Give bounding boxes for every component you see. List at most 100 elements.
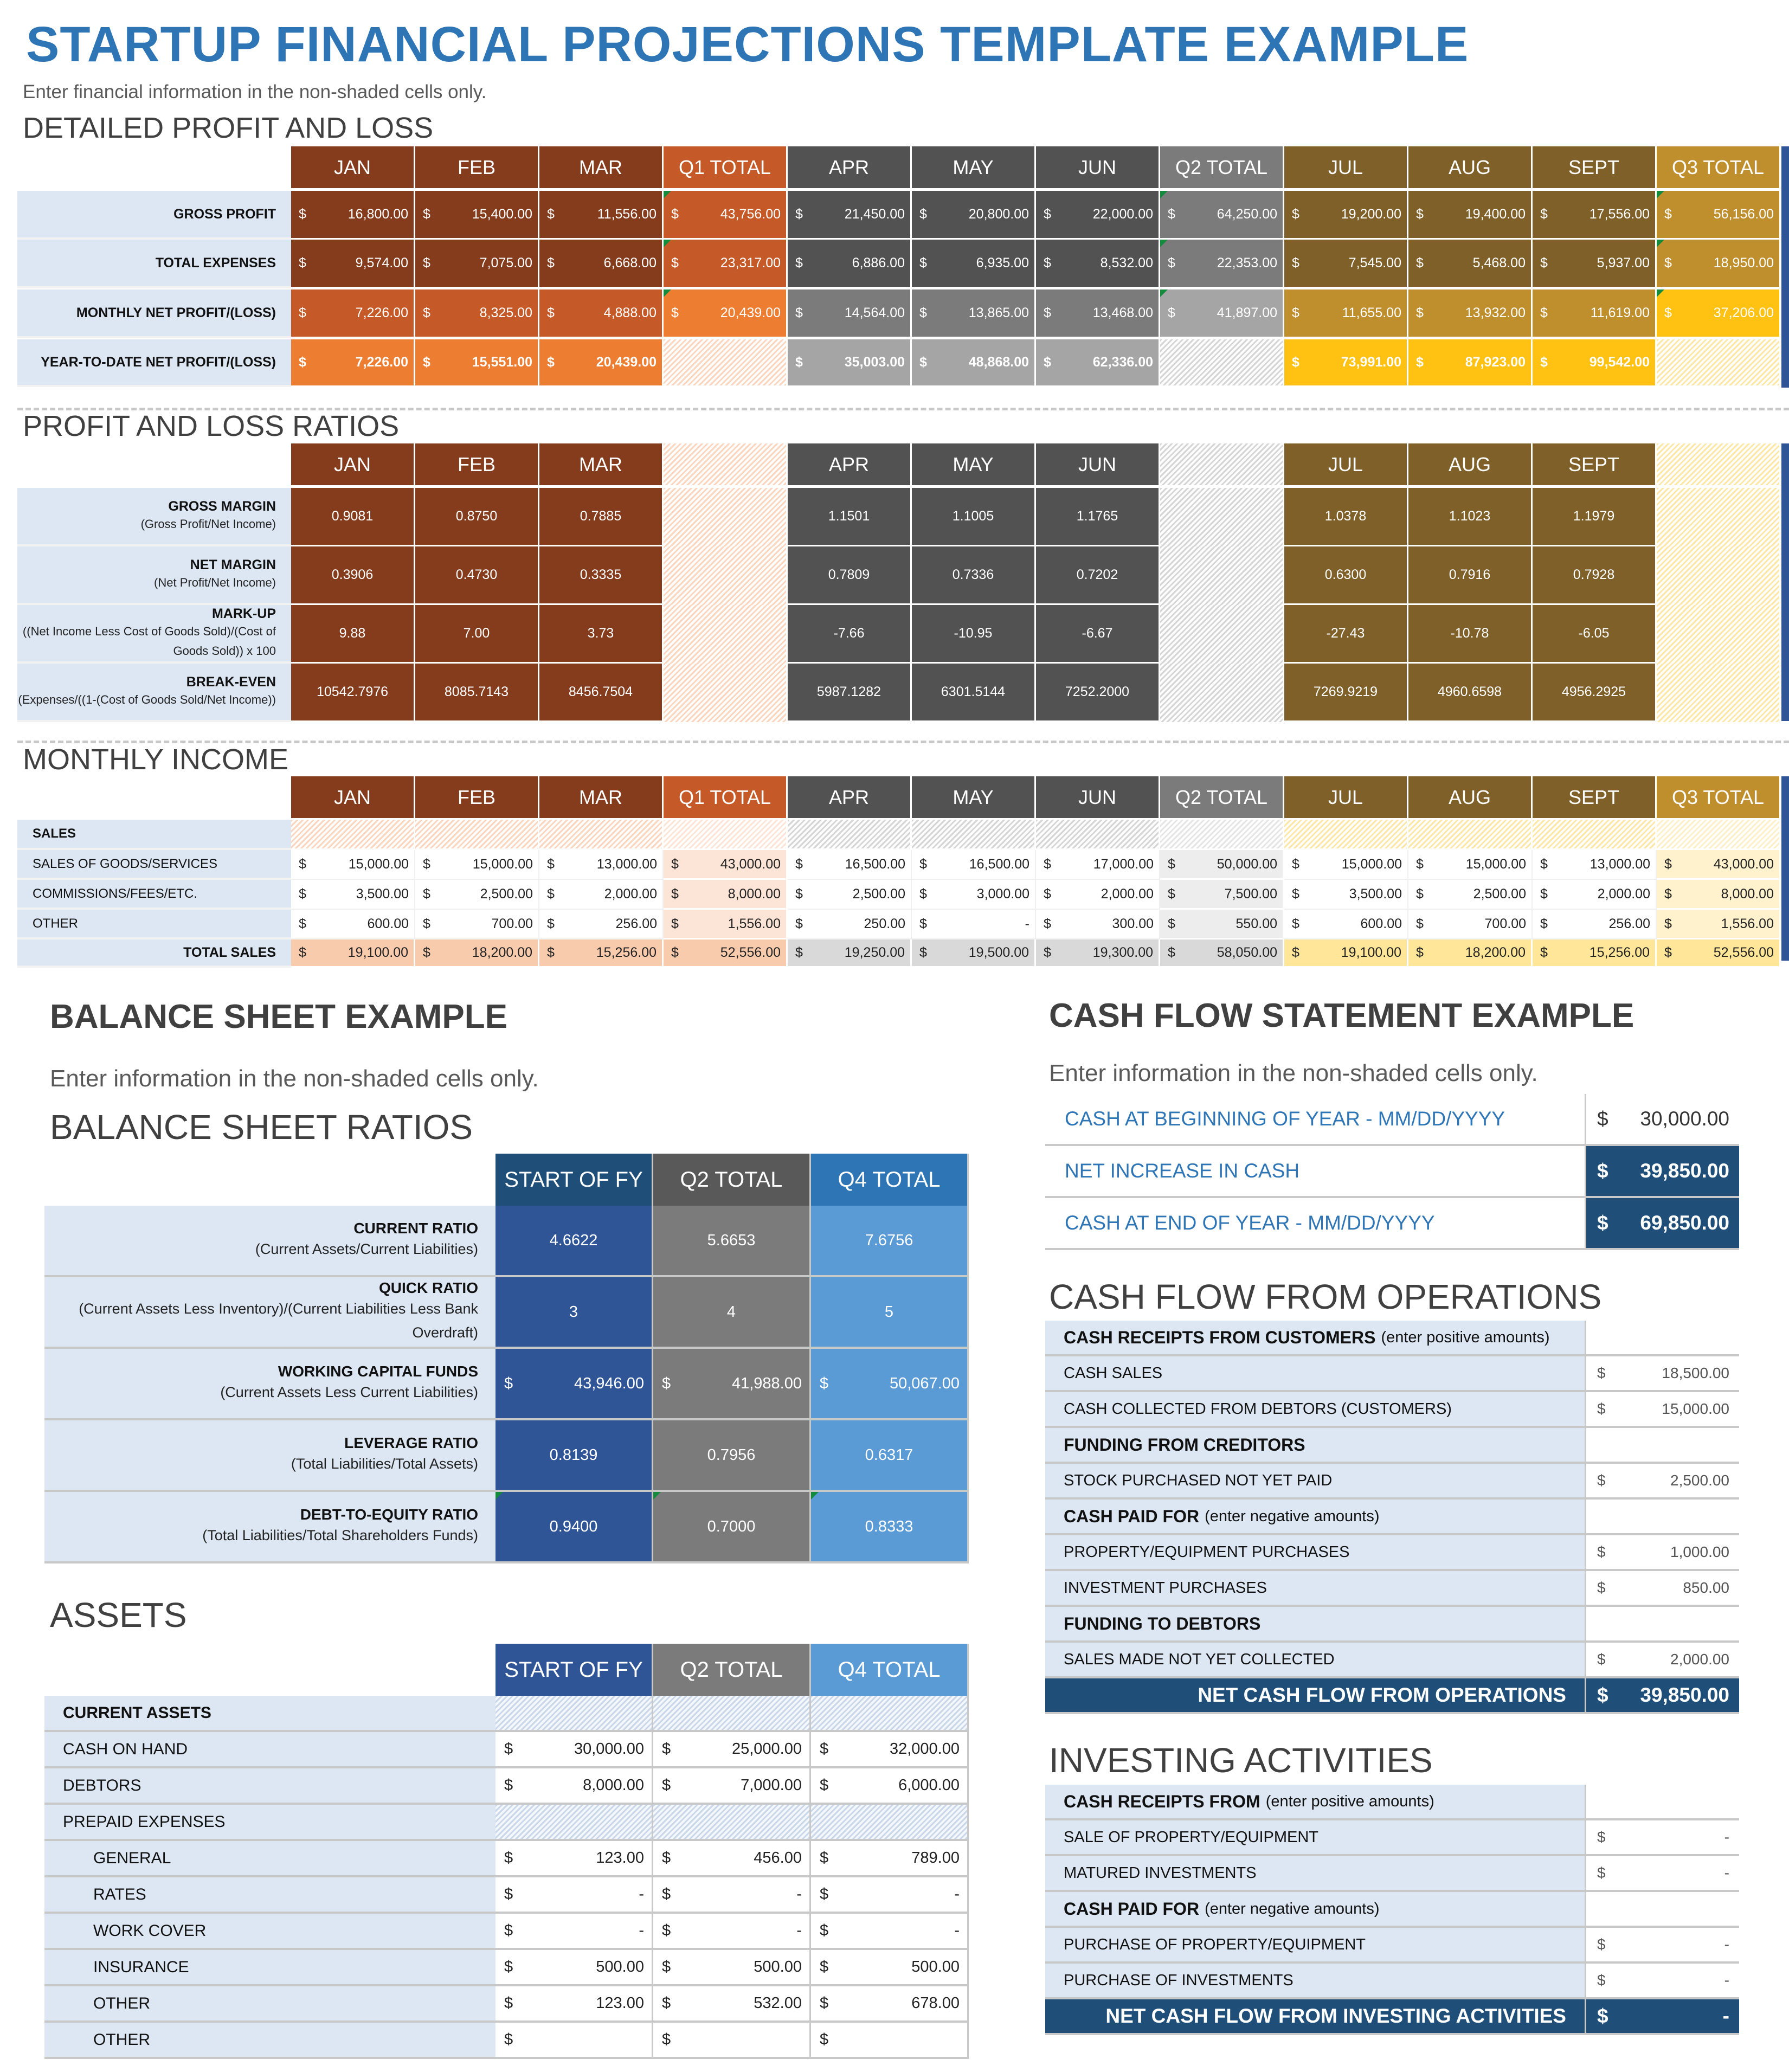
input-cell: $50,000.00 xyxy=(1160,850,1284,880)
input-cell[interactable]: $ - xyxy=(811,1877,969,1914)
shaded-cell xyxy=(1586,1500,1739,1535)
input-cell[interactable]: $13,000.00 xyxy=(1533,850,1657,880)
input-cell[interactable]: $ - xyxy=(495,1877,653,1914)
cell-value: 64,250.00 xyxy=(1217,207,1277,222)
total-row: TOTAL SALES $19,100.00 $18,200.00 $15,256.0… xyxy=(17,940,1781,968)
currency-symbol: $ xyxy=(423,886,430,902)
input-cell[interactable]: $600.00 xyxy=(1284,910,1408,940)
input-cell[interactable]: $7,000.00 xyxy=(653,1768,811,1805)
value-cell: 1.1501 xyxy=(788,488,912,546)
column-header: SEPT xyxy=(1533,443,1657,487)
input-cell[interactable]: $2,000.00 xyxy=(539,880,664,910)
input-cell[interactable]: $3,000.00 xyxy=(912,880,1036,910)
section-label: SALES xyxy=(17,820,291,850)
cell-value: 50,067.00 xyxy=(889,1374,960,1392)
input-cell[interactable]: $ - xyxy=(1586,1820,1739,1856)
cell-value: - xyxy=(954,1886,960,1903)
input-cell[interactable]: $500.00 xyxy=(653,1950,811,1986)
input-cell[interactable]: $15,000.00 xyxy=(415,850,539,880)
cell-value: 1,556.00 xyxy=(1721,916,1774,931)
input-cell[interactable]: $ xyxy=(653,2023,811,2059)
input-cell[interactable]: $532.00 xyxy=(653,1986,811,2023)
currency-symbol: $ xyxy=(1664,255,1672,271)
value-cell: $14,564.00 xyxy=(788,289,912,338)
input-cell[interactable]: $500.00 xyxy=(495,1950,653,1986)
clipped-column-edge xyxy=(1781,443,1789,721)
input-cell[interactable]: $17,000.00 xyxy=(1036,850,1160,880)
input-cell[interactable]: $ - xyxy=(495,1914,653,1950)
currency-symbol: $ xyxy=(423,945,430,960)
input-cell[interactable]: $16,500.00 xyxy=(788,850,912,880)
header-row: JAN FEB MAR Q1 TOTAL APR MAY JUN Q2 TOTAL JUL AUG… xyxy=(17,776,1781,820)
input-cell[interactable]: $ - xyxy=(653,1877,811,1914)
input-cell[interactable]: $ xyxy=(811,2023,969,2059)
currency-symbol: $ xyxy=(299,857,306,872)
cell-value: 19,250.00 xyxy=(844,945,905,960)
ratio-formula: (Current Assets Less Current Liabilities… xyxy=(220,1384,478,1400)
input-cell[interactable]: $2,000.00 xyxy=(1036,880,1160,910)
cell-value: 52,556.00 xyxy=(1713,945,1774,960)
input-cell[interactable]: $ - xyxy=(1586,1964,1739,1999)
input-cell[interactable]: $13,000.00 xyxy=(539,850,664,880)
input-cell[interactable]: $456.00 xyxy=(653,1841,811,1877)
input-cell[interactable]: $ - xyxy=(1586,1856,1739,1892)
currency-symbol: $ xyxy=(795,305,803,320)
input-cell[interactable]: $ - xyxy=(653,1914,811,1950)
input-cell[interactable]: $ - xyxy=(1586,1928,1739,1964)
currency-symbol: $ xyxy=(820,1922,829,1939)
input-cell[interactable]: $ xyxy=(495,2023,653,2059)
input-cell[interactable]: $2,500.00 xyxy=(1408,880,1533,910)
input-cell[interactable]: $8,000.00 xyxy=(495,1768,653,1805)
input-cell[interactable]: $678.00 xyxy=(811,1986,969,2023)
input-cell[interactable]: $256.00 xyxy=(539,910,664,940)
input-cell[interactable]: $6,000.00 xyxy=(811,1768,969,1805)
input-cell[interactable]: $15,000.00 xyxy=(1586,1392,1739,1428)
cell-value: 500.00 xyxy=(596,1958,644,1976)
input-cell[interactable]: $500.00 xyxy=(811,1950,969,1986)
ratio-name: WORKING CAPITAL FUNDS xyxy=(278,1363,478,1380)
input-cell[interactable]: $300.00 xyxy=(1036,910,1160,940)
summary-value[interactable]: $30,000.00 xyxy=(1586,1094,1739,1146)
input-cell[interactable]: $3,500.00 xyxy=(1284,880,1408,910)
input-cell: $7,500.00 xyxy=(1160,880,1284,910)
input-cell[interactable]: $ - xyxy=(912,910,1036,940)
input-cell[interactable]: $2,500.00 xyxy=(788,880,912,910)
table-row: CASH PAID FOR (enter negative amounts) xyxy=(1045,1500,1739,1535)
input-cell[interactable]: $1,000.00 xyxy=(1586,1535,1739,1571)
input-cell[interactable]: $789.00 xyxy=(811,1841,969,1877)
input-cell[interactable]: $2,500.00 xyxy=(415,880,539,910)
input-cell[interactable]: $25,000.00 xyxy=(653,1732,811,1768)
input-cell[interactable]: $ - xyxy=(811,1914,969,1950)
input-cell[interactable]: $2,000.00 xyxy=(1586,1643,1739,1678)
input-cell[interactable]: $30,000.00 xyxy=(495,1732,653,1768)
input-cell[interactable]: $700.00 xyxy=(1408,910,1533,940)
input-cell[interactable]: $123.00 xyxy=(495,1841,653,1877)
value-cell: $50,067.00 xyxy=(811,1349,969,1420)
input-cell[interactable]: $32,000.00 xyxy=(811,1732,969,1768)
row-label: INSURANCE xyxy=(44,1950,495,1986)
input-cell[interactable]: $256.00 xyxy=(1533,910,1657,940)
clipped-column-edge xyxy=(1781,146,1789,388)
cell-value: 69,850.00 xyxy=(1640,1212,1729,1234)
currency-symbol: $ xyxy=(1292,945,1299,960)
cell-value: 1,556.00 xyxy=(728,916,781,931)
input-cell[interactable]: $123.00 xyxy=(495,1986,653,2023)
item-label: STOCK PURCHASED NOT YET PAID xyxy=(1064,1471,1333,1489)
input-cell[interactable]: $600.00 xyxy=(291,910,415,940)
table-row: LEVERAGE RATIO (Total Liabilities/Total A… xyxy=(44,1420,969,1492)
input-cell[interactable]: $15,000.00 xyxy=(1408,850,1533,880)
value-cell: $7,545.00 xyxy=(1284,240,1408,288)
input-cell[interactable]: $15,000.00 xyxy=(1284,850,1408,880)
table-row: CASH PAID FOR (enter negative amounts) xyxy=(1045,1892,1739,1928)
input-cell[interactable]: $16,500.00 xyxy=(912,850,1036,880)
input-cell[interactable]: $2,500.00 xyxy=(1586,1464,1739,1500)
input-cell[interactable]: $700.00 xyxy=(415,910,539,940)
input-cell[interactable]: $18,500.00 xyxy=(1586,1356,1739,1392)
shaded-cell xyxy=(1657,605,1781,664)
input-cell[interactable]: $850.00 xyxy=(1586,1571,1739,1607)
input-cell[interactable]: $250.00 xyxy=(788,910,912,940)
input-cell[interactable]: $15,000.00 xyxy=(291,850,415,880)
value-cell: -10.95 xyxy=(912,605,1036,664)
input-cell[interactable]: $3,500.00 xyxy=(291,880,415,910)
input-cell[interactable]: $2,000.00 xyxy=(1533,880,1657,910)
